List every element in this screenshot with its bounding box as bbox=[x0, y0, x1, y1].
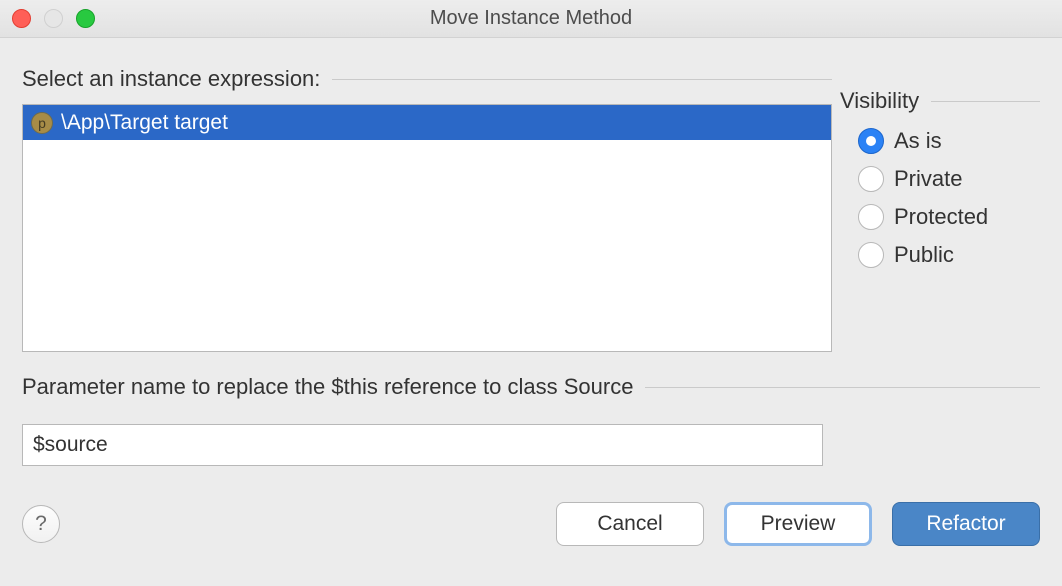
list-item-label: \App\Target target bbox=[61, 111, 228, 135]
visibility-label: Visibility bbox=[840, 88, 919, 114]
radio-protected[interactable]: Protected bbox=[858, 204, 1040, 230]
parameter-name-label: Parameter name to replace the $this refe… bbox=[22, 374, 633, 400]
property-icon: p bbox=[31, 112, 53, 134]
radio-label: Private bbox=[894, 166, 962, 192]
radio-icon bbox=[858, 204, 884, 230]
instance-expression-list[interactable]: p \App\Target target bbox=[22, 104, 832, 352]
titlebar: Move Instance Method bbox=[0, 0, 1062, 38]
separator bbox=[645, 387, 1040, 388]
instance-expression-label: Select an instance expression: bbox=[22, 66, 320, 92]
radio-label: As is bbox=[894, 128, 942, 154]
radio-icon bbox=[858, 242, 884, 268]
separator bbox=[332, 79, 832, 80]
preview-button[interactable]: Preview bbox=[724, 502, 872, 546]
window-title: Move Instance Method bbox=[430, 7, 632, 30]
cancel-button[interactable]: Cancel bbox=[556, 502, 704, 546]
minimize-icon[interactable] bbox=[44, 9, 63, 28]
help-icon: ? bbox=[35, 512, 47, 536]
radio-as-is[interactable]: As is bbox=[858, 128, 1040, 154]
visibility-radio-group: As is Private Protected Public bbox=[840, 128, 1040, 268]
radio-public[interactable]: Public bbox=[858, 242, 1040, 268]
separator bbox=[931, 101, 1040, 102]
close-icon[interactable] bbox=[12, 9, 31, 28]
refactor-button[interactable]: Refactor bbox=[892, 502, 1040, 546]
radio-label: Protected bbox=[894, 204, 988, 230]
help-button[interactable]: ? bbox=[22, 505, 60, 543]
maximize-icon[interactable] bbox=[76, 9, 95, 28]
radio-label: Public bbox=[894, 242, 954, 268]
window-controls bbox=[12, 9, 95, 28]
radio-icon bbox=[858, 166, 884, 192]
parameter-name-input[interactable] bbox=[22, 424, 823, 466]
list-item[interactable]: p \App\Target target bbox=[23, 105, 831, 140]
radio-icon bbox=[858, 128, 884, 154]
radio-private[interactable]: Private bbox=[858, 166, 1040, 192]
